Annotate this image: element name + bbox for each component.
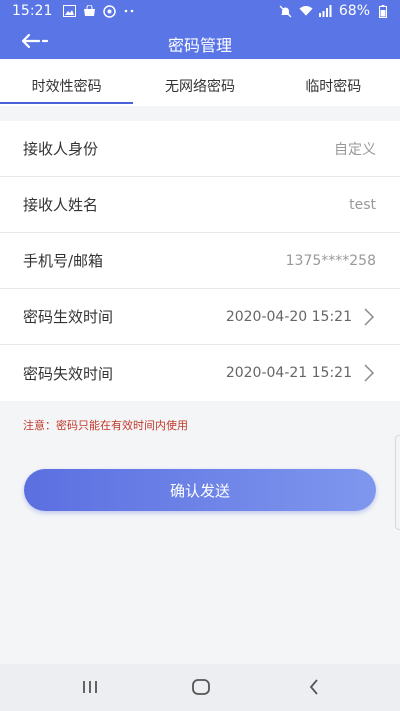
edge-panel-handle[interactable] — [395, 435, 400, 530]
app-icon — [102, 4, 116, 18]
validity-notice: 注意：密码只能在有效时间内使用 — [23, 419, 188, 432]
row-value: 自定义 — [334, 141, 376, 158]
row-label: 密码生效时间 — [23, 308, 114, 326]
tab-label: 时效性密码 — [31, 79, 102, 95]
expiry-time-row[interactable]: 密码失效时间 2020-04-21 15:21 — [0, 345, 400, 401]
status-time: 15:21 — [12, 3, 53, 19]
receiver-name-row[interactable]: 接收人姓名 test — [0, 177, 400, 233]
row-label: 手机号/邮箱 — [23, 252, 104, 270]
tab-timed-password[interactable]: 时效性密码 — [0, 59, 134, 106]
tab-temporary-password[interactable]: 临时密码 — [267, 59, 400, 106]
tab-label: 无网络密码 — [164, 79, 235, 95]
chevron-right-icon — [362, 363, 376, 383]
more-dots-icon — [122, 4, 136, 18]
nav-bar: 密码管理 — [0, 24, 400, 59]
battery-percent: 68% — [338, 3, 370, 19]
image-icon — [62, 4, 76, 18]
confirm-send-button[interactable]: 确认发送 — [24, 469, 376, 511]
wifi-icon — [299, 4, 313, 18]
mute-icon — [279, 4, 293, 18]
status-bar: 15:21 68% — [0, 0, 400, 24]
bag-icon — [82, 4, 96, 18]
effective-time-row[interactable]: 密码生效时间 2020-04-20 15:21 — [0, 289, 400, 345]
receiver-identity-row[interactable]: 接收人身份 自定义 — [0, 121, 400, 177]
tab-bar: 时效性密码 无网络密码 临时密码 — [0, 59, 400, 106]
status-system-icons: 68% — [279, 3, 390, 19]
phone-email-row[interactable]: 手机号/邮箱 1375****258 — [0, 233, 400, 289]
system-back-button[interactable] — [302, 676, 326, 698]
back-icon — [309, 679, 318, 695]
row-value: 2020-04-21 15:21 — [225, 365, 352, 381]
row-label: 密码失效时间 — [23, 364, 114, 383]
status-notification-icons — [62, 4, 136, 18]
recents-button[interactable] — [78, 676, 102, 698]
home-icon — [192, 679, 210, 695]
row-label: 接收人身份 — [23, 140, 99, 158]
home-button[interactable] — [189, 676, 213, 698]
row-value: 1375****258 — [285, 252, 376, 269]
row-value: test — [349, 196, 376, 213]
row-label: 接收人姓名 — [23, 196, 99, 214]
chevron-right-icon — [362, 307, 376, 327]
system-nav-bar — [0, 664, 400, 711]
tab-label: 临时密码 — [305, 79, 362, 95]
signal-icon — [319, 4, 333, 18]
row-value: 2020-04-20 15:21 — [225, 308, 352, 325]
password-form: 接收人身份 自定义 接收人姓名 test 手机号/邮箱 1375****258 … — [0, 121, 400, 401]
battery-icon — [376, 4, 390, 18]
app-header: 15:21 68% 密码管理 — [0, 0, 400, 59]
tab-offline-password[interactable]: 无网络密码 — [133, 59, 266, 106]
recents-icon — [83, 681, 97, 693]
page-title: 密码管理 — [167, 36, 232, 55]
